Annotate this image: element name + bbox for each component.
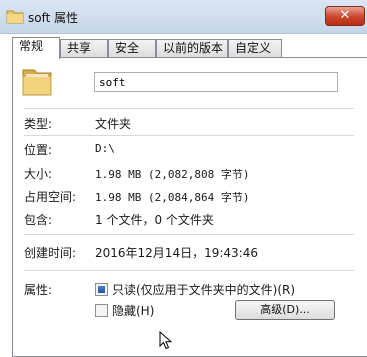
window-title: soft 属性: [28, 11, 79, 25]
created-label: 创建时间:: [24, 246, 77, 260]
divider: [24, 108, 354, 109]
contains-label: 包含:: [24, 213, 53, 227]
folder-name-input[interactable]: [94, 72, 338, 92]
contains-value: 1 个文件，0 个文件夹: [95, 213, 214, 227]
location-value: D:\: [95, 142, 115, 155]
location-label: 位置:: [24, 143, 53, 157]
readonly-label[interactable]: 只读(仅应用于文件夹中的文件)(R): [112, 281, 295, 298]
tab-sharing[interactable]: 共享: [60, 39, 108, 58]
size-value: 1.98 MB (2,082,808 字节): [95, 168, 250, 181]
advanced-button[interactable]: 高级(D)...: [235, 300, 335, 320]
folder-icon: [6, 10, 24, 24]
hidden-label[interactable]: 隐藏(H): [112, 302, 154, 319]
disk-size-label: 占用空间:: [24, 190, 77, 204]
created-value: 2016年12月14日，19:43:46: [95, 246, 258, 260]
readonly-checkbox[interactable]: [95, 283, 108, 296]
tab-customize[interactable]: 自定义: [228, 39, 282, 58]
mouse-cursor-icon: [159, 331, 173, 350]
type-label: 类型:: [24, 117, 53, 131]
hidden-checkbox[interactable]: [95, 304, 108, 317]
tab-general[interactable]: 常规: [12, 37, 60, 59]
divider: [24, 234, 354, 235]
tab-previous-versions[interactable]: 以前的版本: [156, 39, 228, 58]
attributes-label: 属性:: [24, 283, 53, 297]
type-value: 文件夹: [95, 117, 132, 131]
tab-security[interactable]: 安全: [108, 39, 156, 58]
close-button[interactable]: ✕: [325, 6, 365, 26]
divider: [24, 270, 354, 271]
tab-strip: 常规 共享 安全 以前的版本 自定义: [12, 37, 362, 59]
divider: [24, 135, 354, 136]
folder-icon: [22, 69, 52, 96]
disk-size-value: 1.98 MB (2,084,864 字节): [95, 191, 250, 204]
size-label: 大小:: [24, 167, 53, 181]
title-bar[interactable]: soft 属性 ✕: [0, 0, 367, 34]
